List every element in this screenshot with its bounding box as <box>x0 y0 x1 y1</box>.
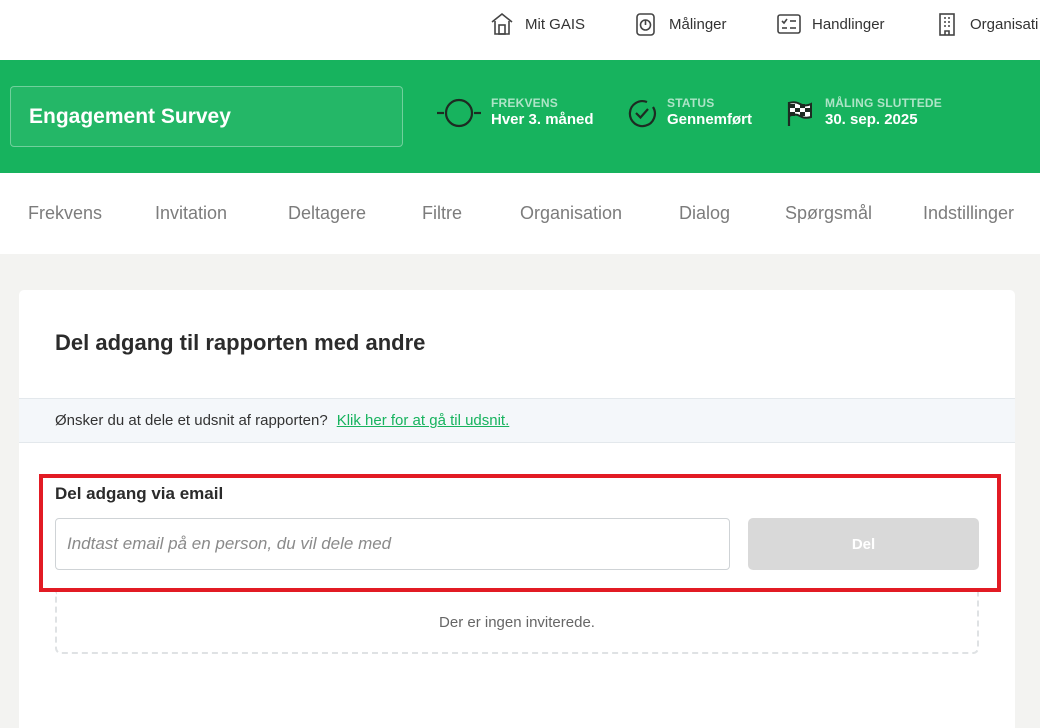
nav-item-malinger[interactable]: Målinger <box>633 0 727 48</box>
meta-label: MÅLING SLUTTEDE <box>825 96 942 110</box>
home-icon <box>491 12 513 35</box>
frequency-icon <box>437 98 481 128</box>
tab-frekvens[interactable]: Frekvens <box>28 173 102 254</box>
meta-label: STATUS <box>667 96 715 110</box>
nav-item-mit-gais[interactable]: Mit GAIS <box>489 0 585 48</box>
meta-status: STATUS Gennemført <box>627 96 752 130</box>
tab-sporgsmal[interactable]: Spørgsmål <box>785 173 872 254</box>
info-text: Ønsker du at dele et udsnit af rapporten… <box>55 412 328 429</box>
tab-invitation[interactable]: Invitation <box>155 173 227 254</box>
empty-text: Der er ingen inviterede. <box>439 613 595 631</box>
nav-label: Organisati <box>970 15 1039 33</box>
meta-value: 30. sep. 2025 <box>825 111 918 128</box>
nav-item-handlinger[interactable]: Handlinger <box>776 0 885 48</box>
share-via-email-section: Del adgang via email Del <box>39 474 1001 592</box>
nav-label: Mit GAIS <box>525 15 586 33</box>
survey-header: Engagement Survey FREKVENS Hver 3. måned… <box>0 60 1040 173</box>
survey-tabs: Frekvens Invitation Deltagere Filtre Org… <box>0 173 1040 254</box>
meta-label: FREKVENS <box>491 96 558 110</box>
tab-deltagere[interactable]: Deltagere <box>288 173 366 254</box>
tab-filtre[interactable]: Filtre <box>422 173 462 254</box>
share-button[interactable]: Del <box>748 518 979 570</box>
finish-flag-icon <box>787 101 812 126</box>
survey-title: Engagement Survey <box>10 86 403 147</box>
meta-value: Gennemført <box>667 111 753 128</box>
excerpt-info-bar: Ønsker du at dele et udsnit af rapporten… <box>19 398 1015 443</box>
tab-dialog[interactable]: Dialog <box>679 173 730 254</box>
share-label: Del adgang via email <box>55 484 224 503</box>
meta-end-date: MÅLING SLUTTEDE 30. sep. 2025 <box>785 96 942 130</box>
tab-organisation[interactable]: Organisation <box>520 173 622 254</box>
card-title: Del adgang til rapporten med andre <box>55 330 426 355</box>
nav-label: Handlinger <box>812 15 885 33</box>
email-input[interactable] <box>55 518 730 570</box>
nav-item-organisation[interactable]: Organisati <box>934 0 1038 48</box>
meta-value: Hver 3. måned <box>491 111 594 128</box>
invitees-empty-state: Der er ingen inviterede. <box>55 592 979 654</box>
survey-icon <box>636 13 655 36</box>
meta-frequency: FREKVENS Hver 3. måned <box>437 96 594 130</box>
checklist-icon <box>777 14 801 34</box>
top-navigation: Mit GAIS Målinger Handlinger Organisati <box>0 0 1040 60</box>
share-report-card: Del adgang til rapporten med andre Ønske… <box>19 290 1015 728</box>
building-icon <box>939 13 955 36</box>
nav-label: Målinger <box>669 15 727 33</box>
tab-indstillinger[interactable]: Indstillinger <box>923 173 1014 254</box>
excerpt-link[interactable]: Klik her for at gå til udsnit. <box>337 412 510 429</box>
check-circle-icon <box>628 100 656 128</box>
